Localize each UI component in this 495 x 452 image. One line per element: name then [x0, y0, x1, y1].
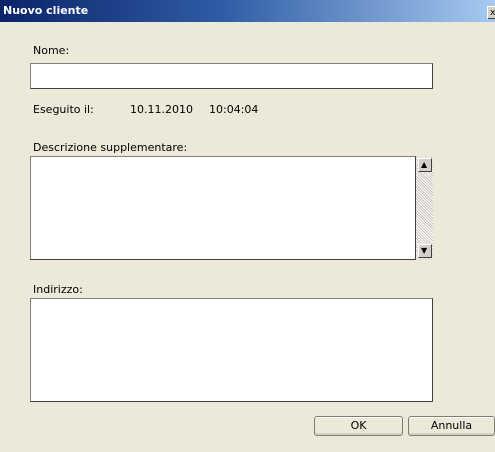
scroll-up-icon: ▲	[421, 160, 428, 169]
scroll-down-button[interactable]: ▼	[418, 244, 432, 258]
scroll-up-button[interactable]: ▲	[418, 158, 432, 172]
description-label: Descrizione supplementare:	[33, 141, 188, 154]
address-label: Indirizzo:	[33, 283, 83, 296]
ok-button[interactable]: OK	[314, 416, 403, 436]
executed-time: 10:04:04	[209, 103, 259, 116]
dialog-window: Nuovo cliente x Nome: Eseguito il: 10.11…	[0, 0, 495, 452]
close-button[interactable]: x	[487, 6, 495, 19]
cancel-button[interactable]: Annulla	[408, 416, 495, 436]
name-input[interactable]	[30, 63, 433, 89]
title-bar[interactable]: Nuovo cliente x	[0, 0, 495, 22]
executed-date: 10.11.2010	[130, 103, 193, 116]
executed-label: Eseguito il:	[33, 103, 94, 116]
name-label: Nome:	[33, 44, 70, 57]
scroll-down-icon: ▼	[421, 246, 428, 255]
address-textarea[interactable]	[30, 298, 433, 402]
close-icon: x	[490, 8, 495, 18]
description-scrollbar[interactable]: ▲ ▼	[416, 156, 433, 260]
window-title: Nuovo cliente	[3, 4, 89, 17]
description-textarea[interactable]	[30, 156, 416, 260]
